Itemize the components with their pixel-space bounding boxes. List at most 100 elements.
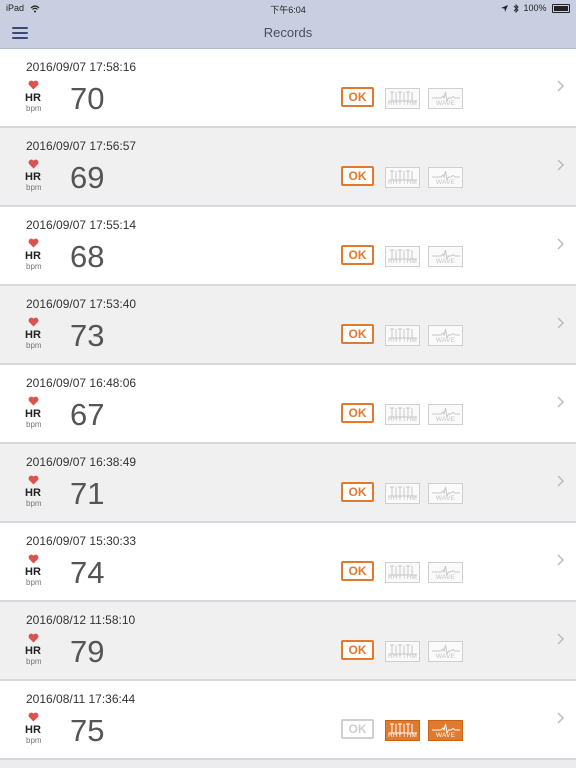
- heart-icon: [28, 396, 39, 406]
- record-row[interactable]: 2016/08/12 11:58:10 HR bpm 79 OK RHYTHM …: [0, 602, 576, 681]
- rhythm-button[interactable]: RHYTHM: [385, 404, 420, 425]
- rhythm-button[interactable]: RHYTHM: [385, 325, 420, 346]
- chevron-right-icon[interactable]: [557, 317, 564, 329]
- rhythm-label: RHYTHM: [387, 337, 417, 344]
- heart-icon: [28, 238, 39, 248]
- chevron-right-icon[interactable]: [557, 159, 564, 171]
- ok-badge[interactable]: OK: [341, 482, 374, 502]
- hr-label: HR: [25, 250, 41, 262]
- hr-label: HR: [25, 566, 41, 578]
- hr-label: HR: [25, 645, 41, 657]
- wave-label: WAVE: [435, 100, 456, 107]
- wave-label: WAVE: [435, 732, 456, 739]
- heart-icon: [28, 633, 39, 643]
- rhythm-button[interactable]: RHYTHM: [385, 720, 420, 741]
- wave-label: WAVE: [435, 179, 456, 186]
- hr-label: HR: [25, 329, 41, 341]
- heart-icon: [28, 80, 39, 90]
- rhythm-button[interactable]: RHYTHM: [385, 167, 420, 188]
- records-list: 2016/09/07 17:58:16 HR bpm 70 OK RHYTHM …: [0, 49, 576, 760]
- record-datetime: 2016/09/07 17:56:57: [26, 139, 137, 153]
- ok-badge[interactable]: OK: [341, 561, 374, 581]
- hr-value: 67: [70, 397, 105, 432]
- record-row[interactable]: 2016/09/07 16:38:49 HR bpm 71 OK RHYTHM …: [0, 444, 576, 523]
- status-bar: iPad 下午6:04 100%: [0, 0, 576, 16]
- wave-button[interactable]: WAVE: [428, 720, 463, 741]
- rhythm-button[interactable]: RHYTHM: [385, 246, 420, 267]
- ok-badge[interactable]: OK: [341, 640, 374, 660]
- bpm-label: bpm: [26, 736, 42, 745]
- hr-label: HR: [25, 92, 41, 104]
- wave-button[interactable]: WAVE: [428, 404, 463, 425]
- bpm-label: bpm: [26, 420, 42, 429]
- chevron-right-icon[interactable]: [557, 554, 564, 566]
- rhythm-label: RHYTHM: [387, 258, 417, 265]
- record-row[interactable]: 2016/09/07 17:56:57 HR bpm 69 OK RHYTHM …: [0, 128, 576, 207]
- location-icon: [501, 5, 509, 13]
- rhythm-label: RHYTHM: [387, 653, 417, 660]
- record-datetime: 2016/08/11 17:36:44: [26, 692, 136, 706]
- ok-badge[interactable]: OK: [341, 87, 374, 107]
- rhythm-label: RHYTHM: [387, 416, 417, 423]
- battery-percent: 100%: [523, 3, 547, 13]
- wave-button[interactable]: WAVE: [428, 641, 463, 662]
- nav-bar: Records: [0, 16, 576, 49]
- rhythm-label: RHYTHM: [387, 574, 417, 581]
- wave-button[interactable]: WAVE: [428, 167, 463, 188]
- rhythm-label: RHYTHM: [387, 732, 417, 739]
- chevron-right-icon[interactable]: [557, 396, 564, 408]
- record-datetime: 2016/09/07 16:48:06: [26, 376, 137, 390]
- wave-button[interactable]: WAVE: [428, 483, 463, 504]
- wave-label: WAVE: [435, 258, 456, 265]
- battery-icon: [552, 4, 570, 14]
- record-row[interactable]: 2016/08/11 17:36:44 HR bpm 75 OK RHYTHM …: [0, 681, 576, 760]
- chevron-right-icon[interactable]: [557, 633, 564, 645]
- hr-value: 79: [70, 634, 105, 669]
- rhythm-button[interactable]: RHYTHM: [385, 562, 420, 583]
- chevron-right-icon[interactable]: [557, 238, 564, 250]
- bpm-label: bpm: [26, 262, 42, 271]
- record-datetime: 2016/08/12 11:58:10: [26, 613, 136, 627]
- bpm-label: bpm: [26, 578, 42, 587]
- bpm-label: bpm: [26, 341, 42, 350]
- chevron-right-icon[interactable]: [557, 80, 564, 92]
- bluetooth-icon: [513, 4, 519, 14]
- wave-label: WAVE: [435, 574, 456, 581]
- rhythm-label: RHYTHM: [387, 495, 417, 502]
- ok-badge[interactable]: OK: [341, 245, 374, 265]
- rhythm-button[interactable]: RHYTHM: [385, 641, 420, 662]
- hr-value: 71: [70, 476, 105, 511]
- heart-icon: [28, 159, 39, 169]
- ok-badge[interactable]: OK: [341, 324, 374, 344]
- record-datetime: 2016/09/07 17:53:40: [26, 297, 137, 311]
- wave-button[interactable]: WAVE: [428, 325, 463, 346]
- bpm-label: bpm: [26, 183, 42, 192]
- wave-button[interactable]: WAVE: [428, 88, 463, 109]
- record-row[interactable]: 2016/09/07 17:58:16 HR bpm 70 OK RHYTHM …: [0, 49, 576, 128]
- record-row[interactable]: 2016/09/07 17:55:14 HR bpm 68 OK RHYTHM …: [0, 207, 576, 286]
- chevron-right-icon[interactable]: [557, 712, 564, 724]
- hr-value: 68: [70, 239, 105, 274]
- ok-badge[interactable]: OK: [341, 403, 374, 423]
- ok-badge[interactable]: OK: [341, 166, 374, 186]
- ok-badge[interactable]: OK: [341, 719, 374, 739]
- record-datetime: 2016/09/07 15:30:33: [26, 534, 137, 548]
- record-row[interactable]: 2016/09/07 17:53:40 HR bpm 73 OK RHYTHM …: [0, 286, 576, 365]
- wave-button[interactable]: WAVE: [428, 246, 463, 267]
- wave-button[interactable]: WAVE: [428, 562, 463, 583]
- heart-icon: [28, 317, 39, 327]
- record-row[interactable]: 2016/09/07 15:30:33 HR bpm 74 OK RHYTHM …: [0, 523, 576, 602]
- status-time: 下午6:04: [270, 5, 306, 15]
- rhythm-button[interactable]: RHYTHM: [385, 88, 420, 109]
- hr-value: 73: [70, 318, 105, 353]
- heart-icon: [28, 475, 39, 485]
- rhythm-label: RHYTHM: [387, 100, 417, 107]
- hr-label: HR: [25, 724, 41, 736]
- heart-icon: [28, 712, 39, 722]
- record-datetime: 2016/09/07 16:38:49: [26, 455, 137, 469]
- rhythm-button[interactable]: RHYTHM: [385, 483, 420, 504]
- hr-label: HR: [25, 171, 41, 183]
- wave-label: WAVE: [435, 416, 456, 423]
- chevron-right-icon[interactable]: [557, 475, 564, 487]
- record-row[interactable]: 2016/09/07 16:48:06 HR bpm 67 OK RHYTHM …: [0, 365, 576, 444]
